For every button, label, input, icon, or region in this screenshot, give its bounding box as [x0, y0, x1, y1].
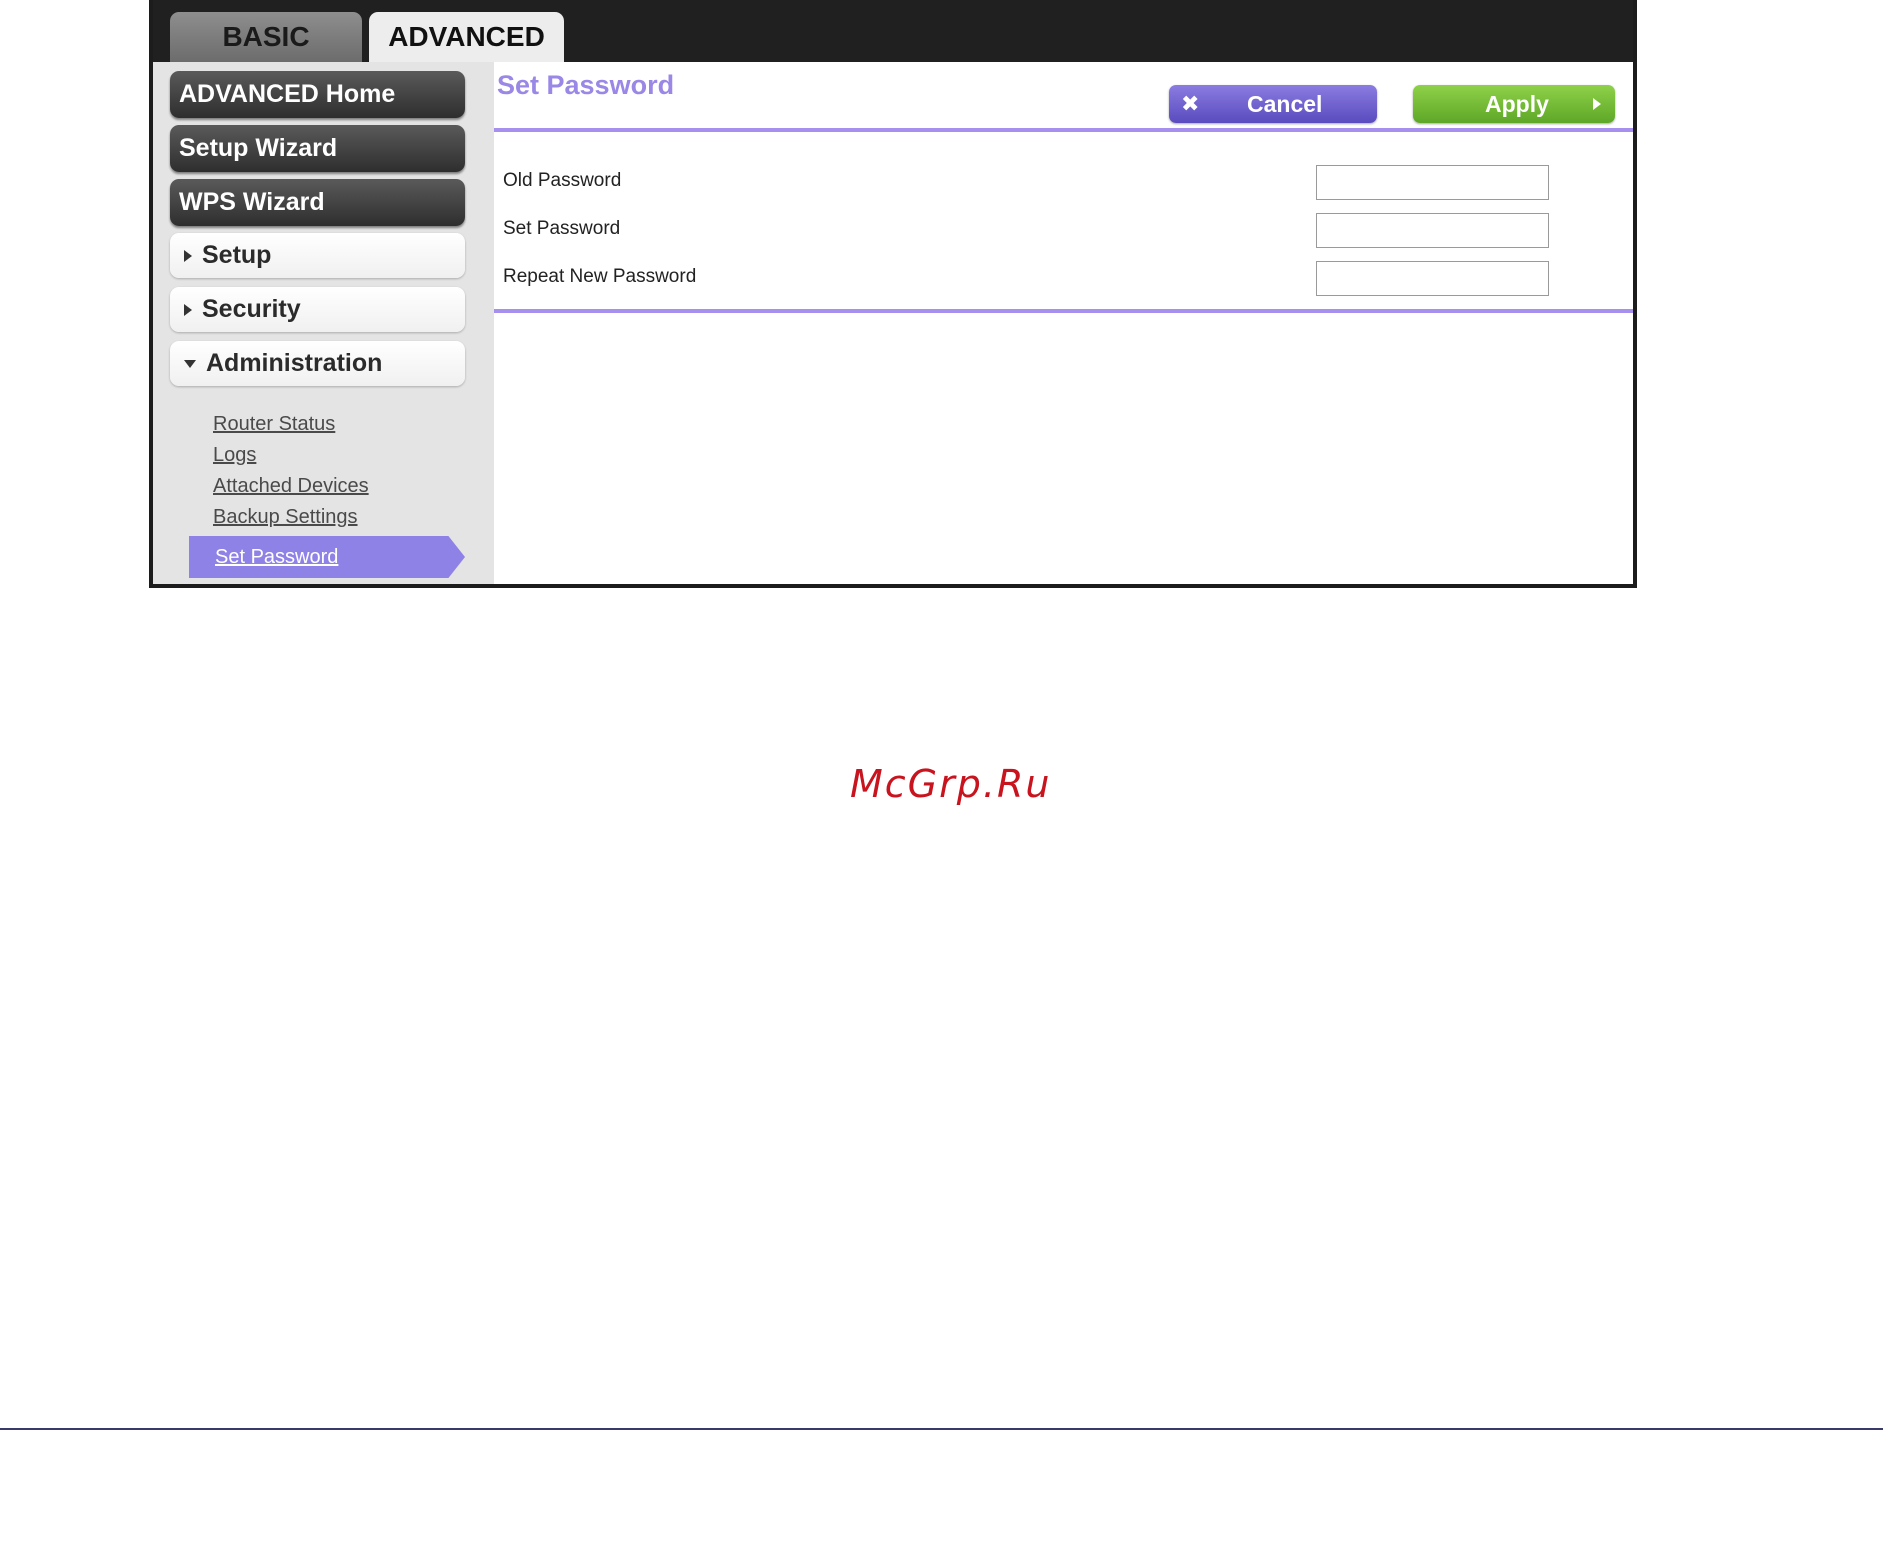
- main-content: Set Password ✖ Cancel Apply Old Password…: [494, 62, 1633, 584]
- router-ui-frame: BASIC ADVANCED ADVANCED Home Setup Wizar…: [149, 0, 1637, 588]
- set-password-label: Set Password: [503, 218, 621, 239]
- sidebar-item-label: Security: [202, 295, 301, 323]
- chevron-right-icon: [184, 249, 192, 262]
- sidebar-item-security[interactable]: Security: [170, 287, 465, 332]
- apply-label: Apply: [1485, 90, 1549, 117]
- set-password-field[interactable]: [1316, 213, 1549, 248]
- cancel-label: Cancel: [1247, 90, 1323, 117]
- sidebar-item-administration[interactable]: Administration: [170, 341, 465, 386]
- sidebar-item-label: Setup: [202, 241, 272, 269]
- page-title: Set Password: [497, 70, 675, 100]
- sidebar-link-set-password[interactable]: Set Password: [189, 536, 465, 578]
- divider-bottom: [494, 309, 1633, 313]
- cancel-button[interactable]: ✖ Cancel: [1169, 85, 1377, 123]
- chevron-down-icon: [184, 359, 196, 368]
- sidebar-link-router-status[interactable]: Router Status: [213, 413, 335, 436]
- close-icon: ✖: [1181, 91, 1200, 116]
- page-footer-rule: [0, 1428, 1883, 1430]
- apply-button[interactable]: Apply: [1413, 85, 1615, 123]
- repeat-password-label: Repeat New Password: [503, 266, 697, 287]
- repeat-password-field[interactable]: [1316, 261, 1549, 296]
- tab-advanced[interactable]: ADVANCED: [369, 12, 564, 62]
- tab-bar: BASIC ADVANCED: [153, 0, 1633, 62]
- chevron-right-icon: [184, 303, 192, 316]
- sidebar-item-label: Set Password: [215, 545, 339, 568]
- watermark: McGrp.Ru: [850, 762, 1052, 806]
- sidebar-link-backup-settings[interactable]: Backup Settings: [213, 506, 358, 529]
- sidebar: ADVANCED Home Setup Wizard WPS Wizard Se…: [153, 62, 494, 584]
- sidebar-item-advanced-home[interactable]: ADVANCED Home: [170, 71, 465, 118]
- sidebar-item-wps-wizard[interactable]: WPS Wizard: [170, 179, 465, 226]
- sidebar-link-attached-devices[interactable]: Attached Devices: [213, 475, 369, 498]
- divider-top: [494, 128, 1633, 132]
- sidebar-link-logs[interactable]: Logs: [213, 444, 256, 467]
- sidebar-item-setup[interactable]: Setup: [170, 233, 465, 278]
- old-password-label: Old Password: [503, 170, 622, 191]
- sidebar-item-setup-wizard[interactable]: Setup Wizard: [170, 125, 465, 172]
- sidebar-item-label: Administration: [206, 349, 383, 377]
- old-password-field[interactable]: [1316, 165, 1549, 200]
- play-arrow-icon: [1593, 98, 1601, 110]
- tab-basic[interactable]: BASIC: [170, 12, 362, 62]
